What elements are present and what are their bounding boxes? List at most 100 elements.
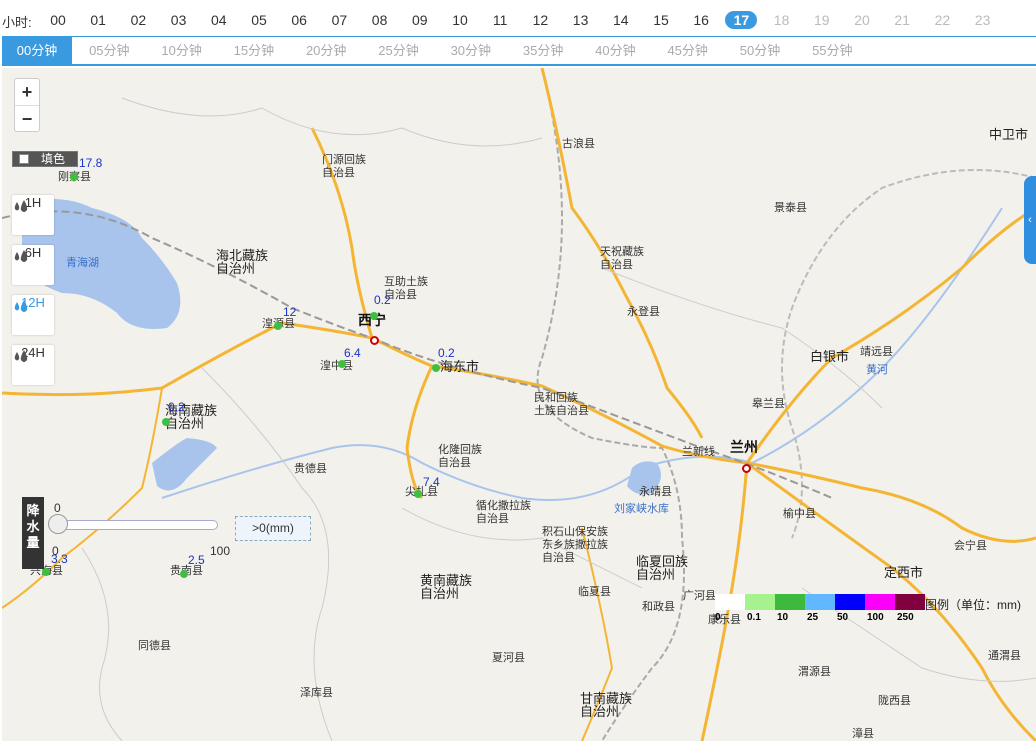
hour-05[interactable]: 05 <box>243 12 275 28</box>
place-label: 临夏县 <box>578 586 611 598</box>
hour-01[interactable]: 01 <box>82 12 114 28</box>
hour-03[interactable]: 03 <box>163 12 195 28</box>
zoom-control: + − <box>14 78 40 132</box>
place-label: 天祝藏族 自治县 <box>600 246 644 271</box>
place-label: 会宁县 <box>954 540 987 552</box>
minute-tab-10[interactable]: 50分钟 <box>725 37 795 65</box>
place-label: 康乐县 <box>708 614 741 626</box>
hour-07[interactable]: 07 <box>323 12 355 28</box>
place-label: 永登县 <box>627 306 660 318</box>
fill-checkbox[interactable] <box>19 154 29 164</box>
hour-06[interactable]: 06 <box>283 12 315 28</box>
period-1h[interactable]: 1H <box>12 195 54 235</box>
station-marker[interactable] <box>338 360 346 368</box>
place-label: 湟中县 <box>320 360 353 372</box>
place-label: 渭源县 <box>798 666 831 678</box>
hour-00[interactable]: 00 <box>42 12 74 28</box>
place-label: 夏河县 <box>492 652 525 664</box>
legend-swatch <box>745 594 775 610</box>
station-marker[interactable] <box>414 490 422 498</box>
period-24h[interactable]: 24H <box>12 345 54 385</box>
hour-08[interactable]: 08 <box>364 12 396 28</box>
minute-tab-6[interactable]: 30分钟 <box>436 37 506 65</box>
hour-22[interactable]: 22 <box>926 12 958 28</box>
legend-value: 10 <box>777 612 789 623</box>
place-label: 中卫市 <box>989 127 1029 142</box>
hour-11[interactable]: 11 <box>484 12 516 28</box>
station-marker[interactable] <box>42 568 50 576</box>
legend-value: 50 <box>837 612 849 623</box>
period-6h[interactable]: 6H <box>12 245 54 285</box>
hour-02[interactable]: 02 <box>122 12 154 28</box>
station-marker[interactable] <box>274 322 282 330</box>
minute-tab-2[interactable]: 10分钟 <box>147 37 217 65</box>
hour-04[interactable]: 04 <box>203 12 235 28</box>
station-marker[interactable] <box>180 570 188 578</box>
place-label: 甘南藏族 自治州 <box>580 691 633 719</box>
place-label: 广河县 <box>683 590 716 602</box>
place-label: 皋兰县 <box>752 398 785 410</box>
legend-value: 250 <box>897 612 914 623</box>
hour-13[interactable]: 13 <box>565 12 597 28</box>
place-label: 定西市 <box>884 565 924 580</box>
place-label: 门源回族 自治县 <box>322 154 366 179</box>
hour-15[interactable]: 15 <box>645 12 677 28</box>
hour-23[interactable]: 23 <box>967 12 999 28</box>
zoom-out-button[interactable]: − <box>15 105 39 131</box>
place-label: 榆中县 <box>783 508 816 520</box>
hour-17[interactable]: 17 <box>725 11 758 29</box>
hour-21[interactable]: 21 <box>886 12 918 28</box>
minute-tab-9[interactable]: 45分钟 <box>653 37 723 65</box>
station-value: 2.5 <box>188 553 205 567</box>
raindrop-icon <box>14 350 28 362</box>
legend-swatch <box>895 594 925 610</box>
place-label: 永靖县 <box>639 486 672 498</box>
raindrop-icon <box>14 300 28 312</box>
minute-tab-8[interactable]: 40分钟 <box>580 37 650 65</box>
station-marker[interactable] <box>432 364 440 372</box>
legend-swatch <box>715 594 745 610</box>
station-value: 0.2 <box>168 400 185 414</box>
place-label: 民和回族 土族自治县 <box>534 392 589 417</box>
precipitation-map[interactable]: 青海湖 古浪县中卫市门源回族自治县景泰县刚察县天祝藏族自治县海北藏族自治州互助土… <box>2 68 1036 741</box>
precip-slider-thumb[interactable] <box>48 514 68 534</box>
place-label: 陇西县 <box>878 695 911 707</box>
place-label: 白银市 <box>810 349 850 364</box>
raindrop-icon <box>14 200 28 212</box>
place-label: 海北藏族 自治州 <box>216 248 269 276</box>
minute-tab-3[interactable]: 15分钟 <box>219 37 289 65</box>
minute-tab-0[interactable]: 00分钟 <box>2 37 72 65</box>
slider-zero-label: 0 <box>52 544 59 558</box>
zoom-in-button[interactable]: + <box>15 79 39 105</box>
minute-tab-5[interactable]: 25分钟 <box>364 37 434 65</box>
city-marker-icon <box>370 336 379 345</box>
hour-09[interactable]: 09 <box>404 12 436 28</box>
place-label: 临夏回族 自治州 <box>636 554 689 582</box>
precip-slider-track[interactable] <box>52 520 218 530</box>
station-marker[interactable] <box>370 312 378 320</box>
hour-10[interactable]: 10 <box>444 12 476 28</box>
county-border-6 <box>601 267 883 409</box>
legend-value: 100 <box>867 612 884 623</box>
minute-tab-7[interactable]: 35分钟 <box>508 37 578 65</box>
hour-18[interactable]: 18 <box>766 12 798 28</box>
station-marker[interactable] <box>162 418 170 426</box>
minute-tab-1[interactable]: 05分钟 <box>74 37 144 65</box>
fill-toggle[interactable]: 填色 <box>12 151 78 167</box>
hour-16[interactable]: 16 <box>685 12 717 28</box>
hour-12[interactable]: 12 <box>524 12 556 28</box>
hour-19[interactable]: 19 <box>806 12 838 28</box>
period-12h[interactable]: 12H <box>12 295 54 335</box>
minute-tab-4[interactable]: 20分钟 <box>291 37 361 65</box>
minute-tab-11[interactable]: 55分钟 <box>797 37 867 65</box>
side-panel-toggle[interactable]: ‹ <box>1024 176 1036 264</box>
hour-bar: 小时: 00 01 02 03 04 05 06 07 08 09 10 11 12 13 14 15 16 17… <box>0 0 1036 36</box>
place-label: 兰州 <box>730 439 758 455</box>
station-marker[interactable] <box>70 173 78 181</box>
station-value: 6.4 <box>344 346 361 360</box>
legend-value: 25 <box>807 612 819 623</box>
hour-14[interactable]: 14 <box>605 12 637 28</box>
place-label: 黄河 <box>866 364 888 376</box>
hour-20[interactable]: 20 <box>846 12 878 28</box>
city-marker-icon <box>742 464 751 473</box>
